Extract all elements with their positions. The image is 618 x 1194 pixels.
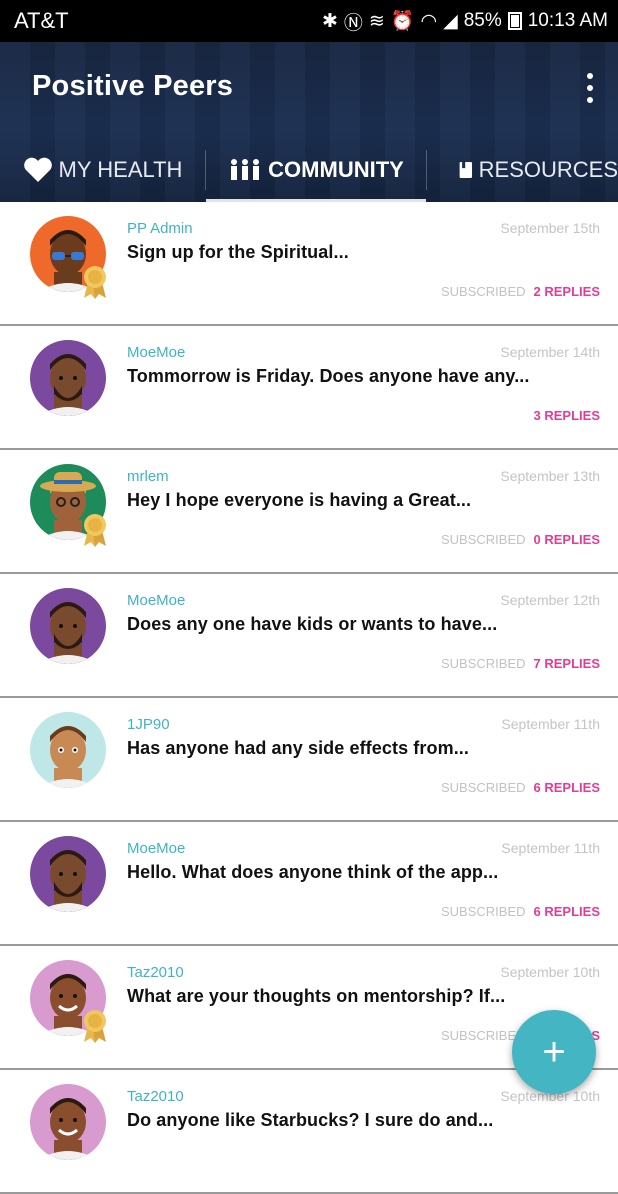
subscribed-label: SUBSCRIBED bbox=[441, 532, 526, 547]
post-list-item[interactable]: Taz2010 September 10th Do anyone like St… bbox=[0, 1070, 618, 1194]
replies-count[interactable]: 7 REPLIES bbox=[534, 656, 600, 671]
post-title[interactable]: Sign up for the Spiritual... bbox=[127, 242, 349, 263]
app-header: Positive Peers MY HEALTH COMMUNITY RESOU… bbox=[0, 42, 618, 202]
carrier-label: AT&T bbox=[14, 8, 69, 33]
subscribed-label: SUBSCRIBED bbox=[441, 780, 526, 795]
post-title[interactable]: Does any one have kids or wants to have.… bbox=[127, 614, 497, 635]
post-title[interactable]: Hello. What does anyone think of the app… bbox=[127, 862, 498, 883]
post-username[interactable]: MoeMoe bbox=[127, 840, 185, 857]
subscribed-label: SUBSCRIBED bbox=[441, 656, 526, 671]
post-date: September 10th bbox=[500, 964, 600, 980]
replies-count[interactable]: 3 REPLIES bbox=[534, 408, 600, 423]
avatar bbox=[30, 1084, 106, 1160]
heart-icon bbox=[23, 157, 52, 182]
post-date: September 11th bbox=[501, 840, 600, 856]
post-meta: SUBSCRIBED 0 REPLIES bbox=[441, 532, 600, 547]
avatar bbox=[30, 340, 106, 416]
post-username[interactable]: MoeMoe bbox=[127, 592, 185, 609]
status-icons: ✱ Ⓝ ≋ ⏰ ◠ ◢ 85% 10:13 AM bbox=[322, 8, 608, 35]
post-title[interactable]: Has anyone had any side effects from... bbox=[127, 738, 469, 759]
avatar bbox=[30, 836, 106, 912]
post-list-item[interactable]: 1JP90 September 11th Has anyone had any … bbox=[0, 698, 618, 822]
avatar bbox=[30, 588, 106, 664]
post-date: September 14th bbox=[500, 344, 600, 360]
post-meta: SUBSCRIBED 7 REPLIES bbox=[441, 656, 600, 671]
people-icon bbox=[231, 158, 260, 180]
award-badge-icon bbox=[80, 512, 110, 548]
replies-count[interactable]: 6 REPLIES bbox=[534, 780, 600, 795]
tab-bar: MY HEALTH COMMUNITY RESOURCES bbox=[0, 137, 618, 202]
subscribed-label: SUBSCRIBED bbox=[441, 904, 526, 919]
post-date: September 12th bbox=[500, 592, 600, 608]
post-list-item[interactable]: MoeMoe September 14th Tommorrow is Frida… bbox=[0, 326, 618, 450]
tab-label: RESOURCES bbox=[478, 156, 618, 182]
tab-label: COMMUNITY bbox=[268, 156, 404, 182]
post-username[interactable]: 1JP90 bbox=[127, 716, 170, 733]
wifi-icon: ◠ bbox=[420, 10, 438, 32]
post-meta: 3 REPLIES bbox=[526, 408, 600, 423]
replies-count[interactable]: 0 REPLIES bbox=[534, 532, 600, 547]
post-list-item[interactable]: MoeMoe September 11th Hello. What does a… bbox=[0, 822, 618, 946]
new-post-button[interactable]: + bbox=[512, 1010, 596, 1094]
post-username[interactable]: Taz2010 bbox=[127, 964, 184, 981]
post-title[interactable]: Hey I hope everyone is having a Great... bbox=[127, 490, 471, 511]
alarm-icon: ⏰ bbox=[390, 11, 415, 32]
post-title[interactable]: Tommorrow is Friday. Does anyone have an… bbox=[127, 366, 530, 387]
tab-community[interactable]: COMMUNITY bbox=[206, 137, 426, 202]
post-date: September 11th bbox=[501, 716, 600, 732]
post-date: September 15th bbox=[500, 220, 600, 236]
subscribed-label: SUBSCRIBED bbox=[441, 284, 526, 299]
post-date: September 13th bbox=[500, 468, 600, 484]
post-list-item[interactable]: PP Admin September 15th Sign up for the … bbox=[0, 202, 618, 326]
tab-label: MY HEALTH bbox=[58, 156, 183, 182]
app-title: Positive Peers bbox=[32, 70, 234, 102]
bluetooth-icon: ✱ bbox=[321, 10, 338, 32]
avatar bbox=[30, 712, 106, 788]
post-username[interactable]: PP Admin bbox=[127, 220, 193, 237]
post-meta: SUBSCRIBED 6 REPLIES bbox=[441, 904, 600, 919]
tab-my-health[interactable]: MY HEALTH bbox=[0, 137, 205, 202]
replies-count[interactable]: 2 REPLIES bbox=[534, 284, 600, 299]
battery-percent: 85% bbox=[463, 10, 502, 31]
post-list-item[interactable]: mrlem September 13th Hey I hope everyone… bbox=[0, 450, 618, 574]
post-list-item[interactable]: MoeMoe September 12th Does any one have … bbox=[0, 574, 618, 698]
post-meta: SUBSCRIBED 2 REPLIES bbox=[441, 284, 600, 299]
replies-count[interactable]: 6 REPLIES bbox=[534, 904, 600, 919]
post-username[interactable]: mrlem bbox=[127, 468, 169, 485]
vibrate-icon: ≋ bbox=[368, 10, 385, 32]
status-bar: AT&T ✱ Ⓝ ≋ ⏰ ◠ ◢ 85% 10:13 AM bbox=[0, 0, 618, 42]
post-username[interactable]: Taz2010 bbox=[127, 1088, 184, 1105]
overflow-menu-icon[interactable] bbox=[578, 70, 602, 106]
clock: 10:13 AM bbox=[527, 10, 608, 31]
book-icon bbox=[459, 161, 473, 178]
post-username[interactable]: MoeMoe bbox=[127, 344, 185, 361]
tab-resources[interactable]: RESOURCES bbox=[427, 137, 618, 202]
award-badge-icon bbox=[80, 1008, 110, 1044]
post-meta: SUBSCRIBED 6 REPLIES bbox=[441, 780, 600, 795]
award-badge-icon bbox=[80, 264, 110, 300]
signal-icon: ◢ bbox=[443, 10, 458, 32]
post-title[interactable]: What are your thoughts on mentorship? If… bbox=[127, 986, 505, 1007]
battery-icon bbox=[507, 12, 522, 30]
nfc-icon: Ⓝ bbox=[343, 12, 363, 34]
